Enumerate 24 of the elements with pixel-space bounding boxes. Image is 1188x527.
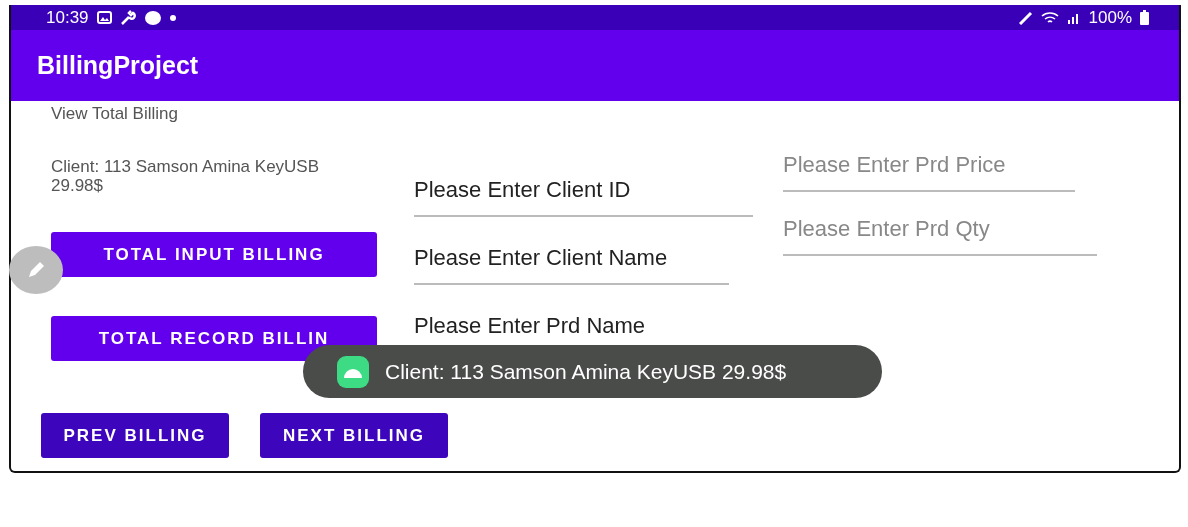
- battery-icon: [1140, 10, 1149, 25]
- wifi-icon: [1040, 10, 1059, 25]
- app-title: BillingProject: [37, 51, 199, 80]
- toast-message: Client: 113 Samson Amina KeyUSB 29.98$: [385, 359, 787, 384]
- text-field[interactable]: Please Enter Prd Price: [783, 146, 1075, 192]
- floating-edit-button[interactable]: [9, 246, 63, 294]
- pen-icon: [1018, 10, 1033, 25]
- battery-level: 100%: [1088, 7, 1132, 28]
- billing-button[interactable]: TOTAL INPUT BILLING: [51, 232, 377, 277]
- nav-button[interactable]: PREV BILLING: [41, 413, 229, 458]
- pencil-icon: [26, 260, 46, 280]
- status-time: 10:39: [46, 7, 89, 28]
- client-info-text: Client: 113 Samson Amina KeyUSB 29.98$: [51, 157, 321, 195]
- nav-button[interactable]: NEXT BILLING: [260, 413, 448, 458]
- view-total-billing-label: View Total Billing: [51, 104, 179, 123]
- image-icon: [96, 11, 112, 24]
- chat-bubble-icon: [143, 9, 162, 26]
- dot-icon: [169, 14, 176, 21]
- text-field[interactable]: Please Enter Prd Qty: [783, 210, 1097, 256]
- text-field[interactable]: Please Enter Client ID: [414, 171, 753, 217]
- android-icon: [337, 355, 369, 388]
- signal-icon: [1066, 11, 1081, 24]
- billing-button[interactable]: TOTAL RECORD BILLIN: [51, 316, 377, 361]
- text-field[interactable]: Please Enter Client Name: [414, 239, 729, 285]
